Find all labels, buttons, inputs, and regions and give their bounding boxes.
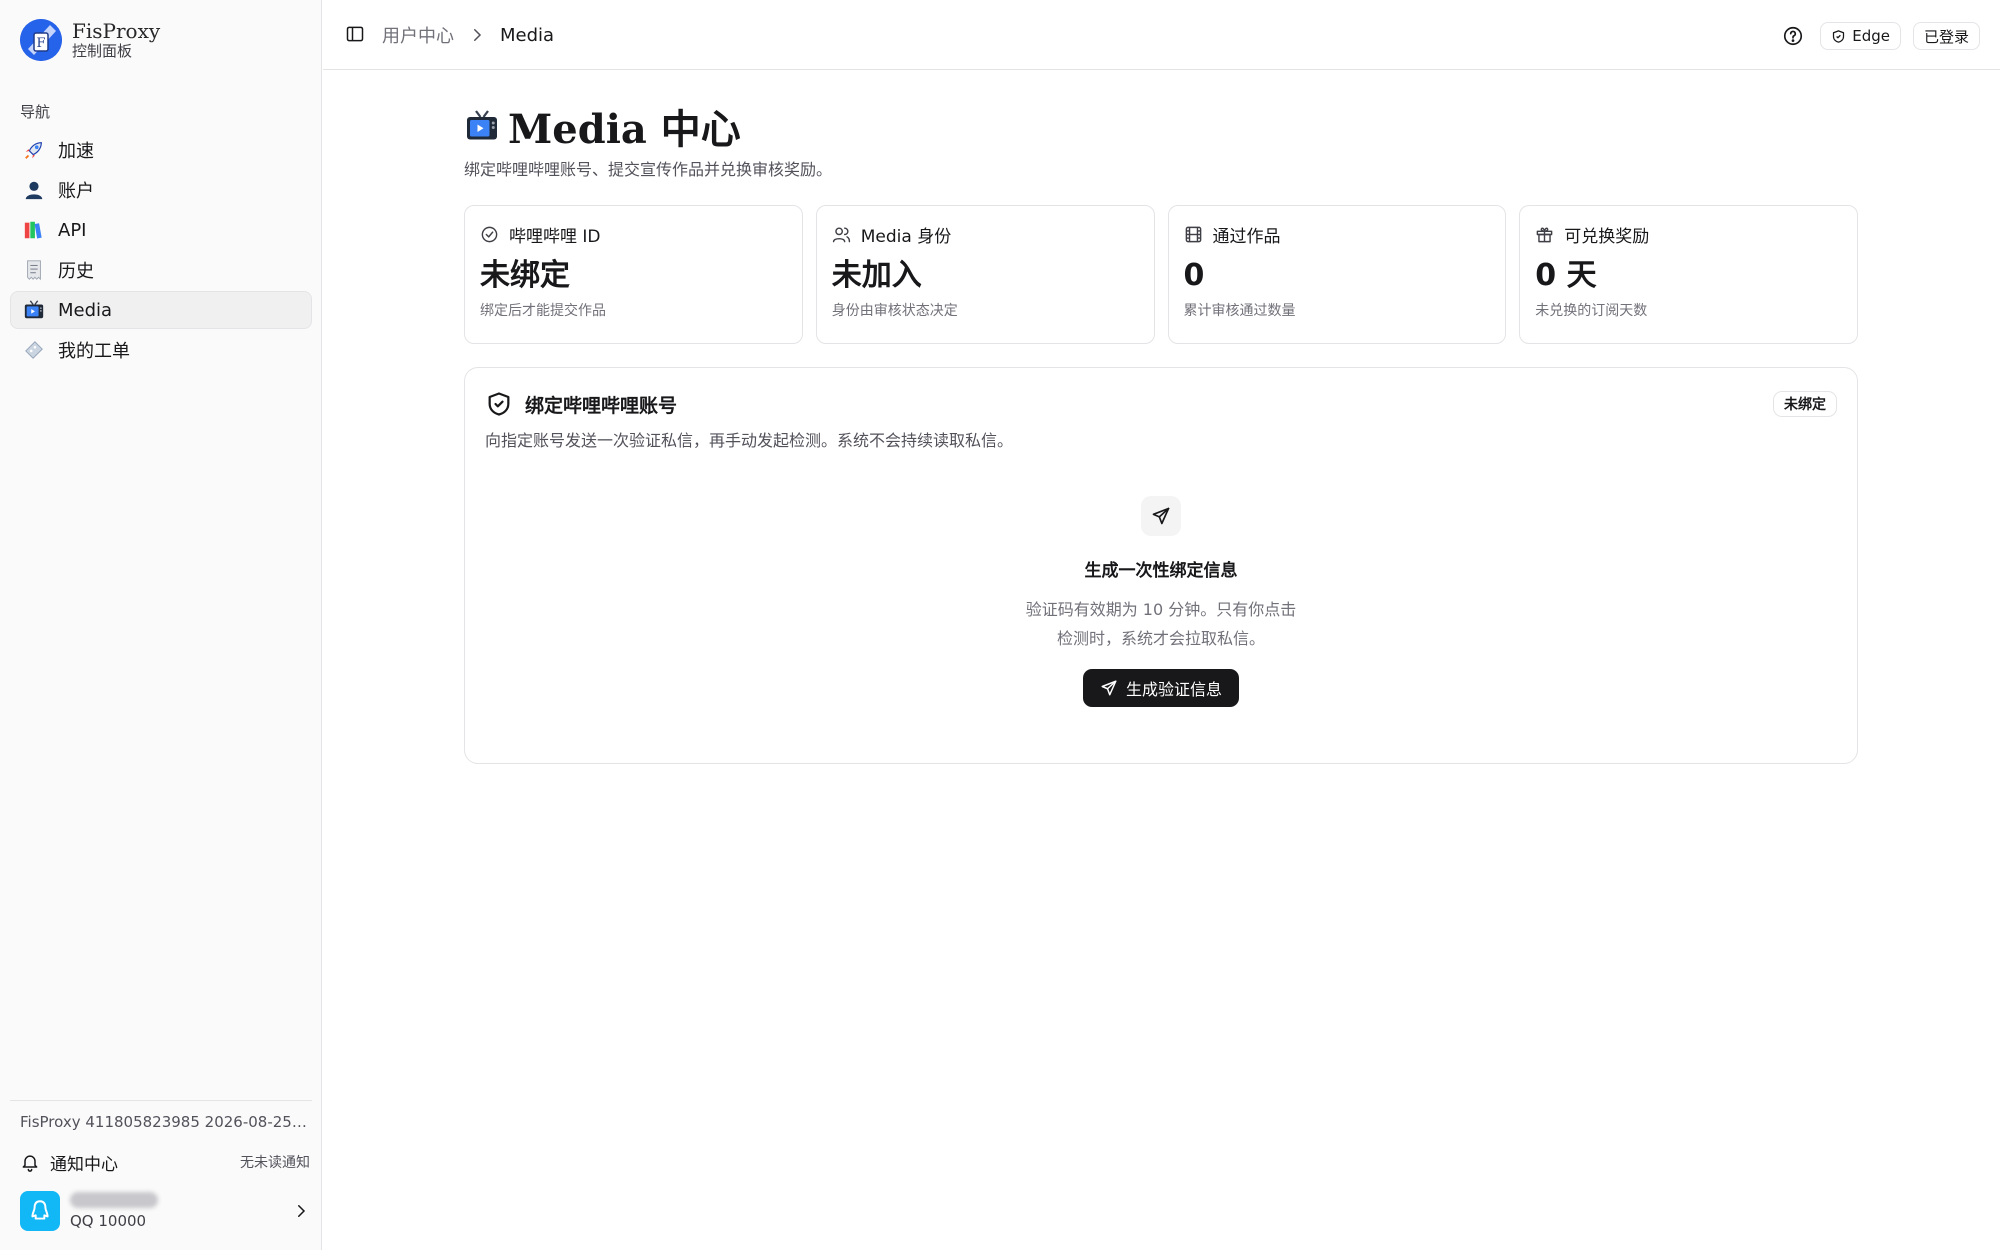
ticket-icon (23, 339, 45, 361)
tv-icon (467, 110, 497, 140)
send-icon-box (1141, 496, 1181, 536)
shield-check-icon (488, 392, 510, 416)
brand[interactable]: F FisProxy 控制面板 (20, 18, 160, 62)
rocket-icon (23, 139, 45, 161)
page-header: Media 中心 绑定哔哩哔哩账号、提交宣传作品并兑换审核奖励。 (464, 100, 832, 180)
bind-bilibili-card: 绑定哔哩哔哩账号 向指定账号发送一次验证私信，再手动发起检测。系统不会持续读取私… (464, 367, 1858, 764)
page-title: Media 中心 (508, 106, 741, 153)
user-name-redacted (70, 1192, 158, 1208)
sidebar-item-media[interactable]: Media (10, 291, 312, 329)
stat-card-bilibili-id: 哔哩哔哩 ID 未绑定 绑定后才能提交作品 (464, 205, 803, 344)
edge-label: Edge (1852, 27, 1890, 45)
breadcrumb-parent-link[interactable]: 用户中心 (382, 22, 454, 48)
bind-card-description: 向指定账号发送一次验证私信，再手动发起检测。系统不会持续读取私信。 (485, 431, 1014, 450)
stats-row: 哔哩哔哩 ID 未绑定 绑定后才能提交作品 Media 身份 未加入 身份由审核… (464, 205, 1858, 344)
breadcrumb-current: Media (500, 24, 555, 46)
stat-subtext: 未兑换的订阅天数 (1535, 303, 1648, 319)
check-circle-icon (481, 226, 498, 242)
notification-center-label: 通知中心 (50, 1154, 118, 1175)
books-icon (23, 219, 45, 241)
notification-center[interactable]: 通知中心 无未读通知 (20, 1149, 310, 1175)
sidebar-item-history[interactable]: 历史 (10, 251, 312, 289)
sidebar-item-api[interactable]: API (10, 211, 312, 249)
brand-subtitle: 控制面板 (72, 41, 133, 60)
stat-label: 通过作品 (1212, 226, 1281, 247)
bind-card-title: 绑定哔哩哔哩账号 (525, 394, 678, 417)
qq-penguin-icon (31, 1200, 49, 1220)
top-actions: Edge 已登录 (1782, 22, 1980, 50)
notification-status: 无未读通知 (240, 1155, 310, 1171)
bind-note: 验证码有效期为 10 分钟。只有你点击检测时，系统才会拉取私信。 (1025, 600, 1297, 648)
send-icon (1101, 680, 1117, 696)
sidebar-item-label: 加速 (58, 141, 94, 162)
generate-verification-label: 生成验证信息 (1125, 680, 1222, 699)
bind-empty-state: 生成一次性绑定信息 验证码有效期为 10 分钟。只有你点击检测时，系统才会拉取私… (465, 496, 1857, 707)
svg-text:F: F (36, 36, 45, 51)
user-qq-id: QQ 10000 (70, 1212, 147, 1230)
login-status-button[interactable]: 已登录 (1912, 22, 1980, 50)
sidebar-item-accelerate[interactable]: 加速 (10, 131, 312, 169)
sidebar-toggle-icon[interactable] (345, 24, 365, 44)
receipt-icon (23, 259, 45, 281)
login-status-label: 已登录 (1923, 27, 1969, 46)
stat-subtext: 绑定后才能提交作品 (480, 303, 606, 319)
stat-card-media-identity: Media 身份 未加入 身份由审核状态决定 (815, 205, 1155, 344)
sidebar-item-label: 历史 (58, 261, 94, 282)
sidebar-item-label: API (58, 219, 87, 241)
sidebar-item-label: 账户 (58, 181, 94, 202)
sidebar-footer: FisProxy 411805823985 2026-08-25T1… 通知中心… (10, 1100, 312, 1231)
breadcrumb: 用户中心 Media (382, 22, 554, 48)
chevron-right-icon (298, 1205, 306, 1217)
chevron-right-icon (474, 29, 482, 41)
edge-button[interactable]: Edge (1820, 22, 1901, 50)
send-icon (1152, 507, 1170, 525)
user-silhouette-icon (23, 179, 45, 201)
sidebar-item-account[interactable]: 账户 (10, 171, 312, 209)
stat-value: 0 (1183, 258, 1205, 293)
stat-label: Media 身份 (860, 226, 952, 247)
stat-subtext: 身份由审核状态决定 (831, 303, 958, 319)
stat-value: 未绑定 (480, 258, 570, 293)
stat-subtext: 累计审核通过数量 (1183, 303, 1296, 319)
shield-icon (1833, 29, 1845, 43)
tv-icon (23, 299, 45, 321)
page-description: 绑定哔哩哔哩账号、提交宣传作品并兑换审核奖励。 (464, 160, 833, 179)
bind-status-badge: 未绑定 (1773, 391, 1837, 417)
stat-card-approved-works: 通过作品 0 累计审核通过数量 (1167, 205, 1507, 344)
generate-verification-button[interactable]: 生成验证信息 (1083, 669, 1239, 707)
gift-icon (1536, 227, 1553, 242)
users-icon (832, 226, 850, 242)
sidebar: F FisProxy 控制面板 导航 加速 账户 API 历史 Media 我的… (0, 0, 322, 1250)
stat-label: 可兑换奖励 (1564, 226, 1650, 247)
stat-card-redeemable-rewards: 可兑换奖励 0 天 未兑换的订阅天数 (1519, 205, 1858, 344)
bell-icon (22, 1155, 38, 1172)
nav-section-label: 导航 (20, 103, 51, 121)
avatar (20, 1191, 60, 1231)
user-menu[interactable]: QQ 10000 (20, 1189, 310, 1233)
stat-value: 0 天 (1535, 258, 1597, 293)
sidebar-item-label: Media (58, 299, 113, 321)
brand-name: FisProxy (72, 18, 161, 43)
help-icon[interactable] (1782, 25, 1804, 47)
film-icon (1185, 226, 1201, 242)
build-info: FisProxy 411805823985 2026-08-25T1… (20, 1113, 310, 1131)
brand-logo-icon: F (20, 19, 62, 61)
stat-label: 哔哩哔哩 ID (509, 226, 601, 247)
topbar: 用户中心 Media Edge 已登录 (323, 0, 2000, 70)
sidebar-nav: 加速 账户 API 历史 Media 我的工单 (10, 131, 312, 371)
sidebar-item-tickets[interactable]: 我的工单 (10, 331, 312, 369)
bind-sub-title: 生成一次性绑定信息 (1084, 561, 1238, 581)
stat-value: 未加入 (831, 258, 922, 293)
sidebar-item-label: 我的工单 (58, 341, 130, 362)
